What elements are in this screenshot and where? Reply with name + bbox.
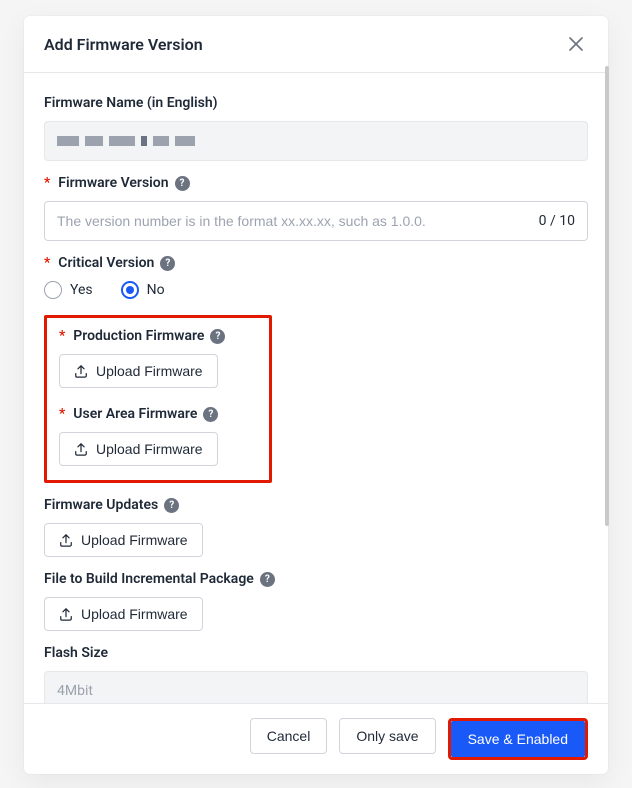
- upload-userarea-button[interactable]: Upload Firmware: [59, 432, 218, 466]
- field-flash-size: Flash Size 4Mbit: [44, 645, 588, 703]
- upload-icon: [59, 607, 73, 621]
- close-button[interactable]: [564, 32, 588, 56]
- radio-yes[interactable]: Yes: [44, 281, 93, 299]
- radio-no[interactable]: No: [121, 281, 165, 299]
- char-count: 0 / 10: [531, 213, 575, 229]
- field-incremental-package: File to Build Incremental Package ? Uplo…: [44, 571, 588, 631]
- firmware-name-value: [44, 121, 588, 161]
- help-icon[interactable]: ?: [203, 407, 218, 422]
- upload-production-button[interactable]: Upload Firmware: [59, 354, 218, 388]
- help-icon[interactable]: ?: [175, 176, 190, 191]
- close-icon: [569, 37, 583, 51]
- critical-version-label: * Critical Version ?: [44, 255, 588, 271]
- upload-icon: [59, 533, 73, 547]
- flash-size-value: 4Mbit: [44, 671, 588, 703]
- upload-icon: [74, 364, 88, 378]
- help-icon[interactable]: ?: [160, 256, 175, 271]
- field-critical-version: * Critical Version ? Yes No: [44, 255, 588, 299]
- highlight-firmware-uploads: * Production Firmware ? Upload Firmware …: [44, 315, 272, 483]
- required-icon: *: [59, 328, 65, 344]
- production-firmware-label: * Production Firmware ?: [59, 328, 257, 344]
- modal-title: Add Firmware Version: [44, 35, 203, 54]
- field-firmware-name: Firmware Name (in English): [44, 95, 588, 161]
- add-firmware-modal: Add Firmware Version Firmware Name (in E…: [24, 16, 608, 774]
- flash-size-label: Flash Size: [44, 645, 588, 661]
- modal-footer: Cancel Only save Save & Enabled: [24, 703, 608, 774]
- modal-header: Add Firmware Version: [24, 16, 608, 73]
- incremental-label: File to Build Incremental Package ?: [44, 571, 588, 587]
- field-firmware-updates: Firmware Updates ? Upload Firmware: [44, 497, 588, 557]
- modal-body: Firmware Name (in English) * Firmware Ve…: [24, 73, 608, 703]
- upload-updates-button[interactable]: Upload Firmware: [44, 523, 203, 557]
- help-icon[interactable]: ?: [260, 572, 275, 587]
- help-icon[interactable]: ?: [164, 498, 179, 513]
- highlight-save-enabled: Save & Enabled: [448, 718, 588, 760]
- required-icon: *: [59, 406, 65, 422]
- required-icon: *: [44, 175, 50, 191]
- userarea-firmware-label: * User Area Firmware ?: [59, 406, 257, 422]
- critical-radio-group: Yes No: [44, 281, 588, 299]
- radio-circle-icon: [121, 281, 139, 299]
- firmware-version-input-wrap: 0 / 10: [44, 201, 588, 241]
- firmware-updates-label: Firmware Updates ?: [44, 497, 588, 513]
- field-firmware-version: * Firmware Version ? 0 / 10: [44, 175, 588, 241]
- upload-incremental-button[interactable]: Upload Firmware: [44, 597, 203, 631]
- only-save-button[interactable]: Only save: [339, 718, 435, 754]
- radio-circle-icon: [44, 281, 62, 299]
- field-production-firmware: * Production Firmware ? Upload Firmware: [59, 328, 257, 388]
- field-userarea-firmware: * User Area Firmware ? Upload Firmware: [59, 406, 257, 466]
- upload-icon: [74, 442, 88, 456]
- firmware-version-input[interactable]: [57, 213, 531, 229]
- redacted-text: [57, 136, 195, 146]
- help-icon[interactable]: ?: [210, 329, 225, 344]
- firmware-name-label: Firmware Name (in English): [44, 95, 588, 111]
- cancel-button[interactable]: Cancel: [250, 718, 328, 754]
- save-enabled-button[interactable]: Save & Enabled: [451, 721, 585, 757]
- required-icon: *: [44, 255, 50, 271]
- firmware-version-label: * Firmware Version ?: [44, 175, 588, 191]
